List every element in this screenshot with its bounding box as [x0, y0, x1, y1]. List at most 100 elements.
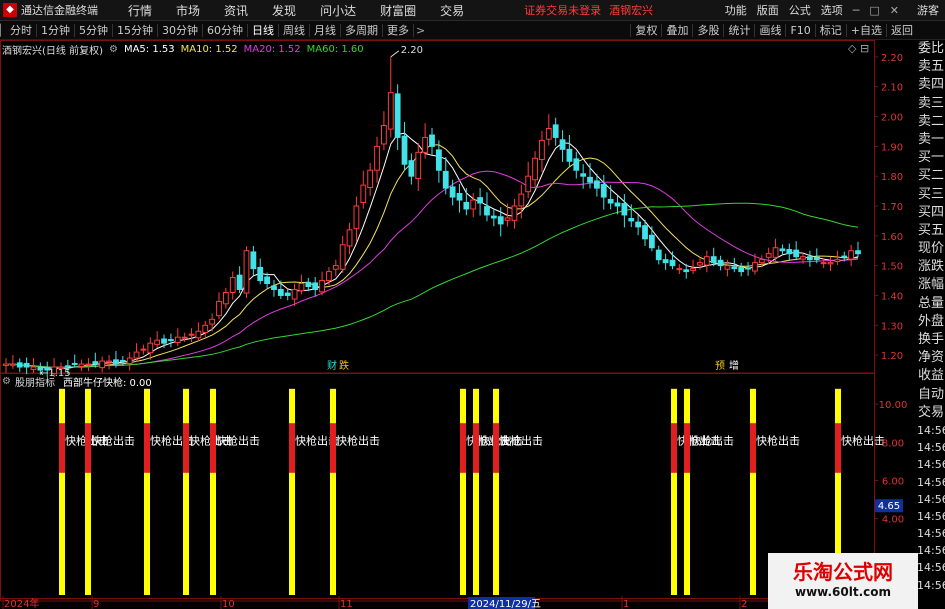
date-label: 1	[623, 599, 629, 609]
current-stock-name: 酒钢宏兴	[609, 4, 654, 17]
candle-body	[181, 336, 188, 339]
period-1min[interactable]: 1分钟	[37, 23, 75, 37]
tool-statistics[interactable]: 统计	[723, 23, 754, 37]
quote-field-1: 卖五	[918, 59, 945, 75]
candle-body	[662, 259, 669, 264]
signal-bar-yellow	[460, 388, 466, 595]
candle-body	[635, 221, 642, 228]
login-status[interactable]: 证券交易未登录	[524, 2, 601, 18]
menu-options[interactable]: 选项	[821, 2, 843, 18]
candle-body	[800, 256, 806, 260]
chevron-right-icon[interactable]: >	[416, 24, 425, 37]
candle-body	[408, 160, 415, 177]
tool-f10[interactable]: F10	[785, 23, 814, 37]
signal-text: 快枪出击	[756, 433, 800, 447]
period-30min[interactable]: 30分钟	[158, 23, 203, 37]
candle-body	[16, 362, 23, 368]
candle-body	[401, 135, 408, 165]
signal-bar-red	[750, 423, 756, 473]
candle-body	[257, 266, 264, 282]
tool-multi-stock[interactable]: 多股	[692, 23, 723, 37]
candle-body	[174, 336, 181, 344]
tool-adjust[interactable]: 复权	[630, 23, 661, 37]
period-monthly[interactable]: 月线	[310, 23, 341, 37]
price-tick-label: 2.20	[881, 53, 903, 64]
menu-news[interactable]: 资讯	[224, 2, 248, 19]
period-15min[interactable]: 15分钟	[113, 23, 158, 37]
tool-overlay[interactable]: 叠加	[661, 23, 692, 37]
signal-bar-red	[289, 423, 295, 473]
candle-body	[793, 249, 800, 258]
indicator-header: ⚙ 股朋指标 西部牛仔快枪: 0.00	[2, 374, 152, 389]
signal-bar-red	[183, 423, 189, 473]
quote-field-3: 卖三	[918, 95, 945, 111]
chart-grid	[0, 40, 875, 609]
candle-body	[683, 269, 690, 273]
menu-layout[interactable]: 版面	[757, 2, 779, 18]
menu-function[interactable]: 功能	[725, 2, 747, 18]
signal-text: 快枪出击	[336, 433, 380, 447]
menu-market-quotes[interactable]: 行情	[128, 2, 152, 19]
menu-formula[interactable]: 公式	[789, 2, 811, 18]
candle-body	[133, 351, 140, 359]
quote-field-8: 买三	[918, 186, 945, 202]
ma20-label: MA20: 1.52	[243, 44, 301, 55]
price-tick-label: 1.80	[881, 172, 903, 183]
signal-bar-yellow	[85, 388, 91, 595]
ma60-label: MA60: 1.60	[306, 44, 364, 55]
candle-body	[621, 203, 628, 216]
menu-market[interactable]: 市场	[176, 2, 200, 19]
candle-body	[85, 363, 92, 366]
menu-wealth[interactable]: 财富圈	[380, 2, 416, 19]
signal-bar-yellow	[59, 388, 65, 595]
kline-chart[interactable]: 快枪出击 快枪出击 快枪出击 快枪出击快枪出击 快枪出击快枪出击快枪出击 快枪出击快枪出击…	[0, 40, 917, 609]
tool-add-watchlist[interactable]: +自选	[845, 23, 886, 37]
main-plot-frame	[0, 40, 875, 374]
stock-chart-title: 酒钢宏兴(日线 前复权)	[2, 46, 103, 57]
period-5min[interactable]: 5分钟	[75, 23, 113, 37]
candle-body	[669, 259, 676, 267]
price-tick-label: 1.60	[881, 232, 903, 243]
candle-body	[140, 348, 147, 351]
guest-user[interactable]: 游客	[917, 2, 939, 18]
candle-body	[312, 282, 319, 290]
period-more[interactable]: 更多	[383, 23, 414, 37]
watermark-url: www.60lt.com	[794, 585, 892, 599]
menu-ask[interactable]: 问小达	[320, 2, 356, 19]
period-weekly[interactable]: 周线	[279, 23, 310, 37]
settings-icon[interactable]: ⚙	[109, 44, 118, 55]
candle-body	[717, 259, 724, 267]
ma60-line	[6, 202, 859, 368]
quote-field-4: 卖二	[918, 113, 945, 129]
menu-discover[interactable]: 发现	[272, 2, 296, 19]
signal-bar-yellow	[210, 388, 216, 595]
period-daily[interactable]: 日线	[248, 23, 279, 37]
signal-bar-yellow	[493, 388, 499, 595]
trade-time-7: 14:56	[917, 544, 945, 558]
event-marker: 增	[729, 359, 739, 372]
quote-field-16: 换手	[918, 332, 945, 347]
settings-icon[interactable]: ⚙	[2, 376, 11, 387]
candle-body	[511, 205, 518, 221]
candle-body	[655, 249, 662, 261]
indicator-formula: 西部牛仔快枪: 0.00	[62, 378, 152, 389]
chart-options-icon[interactable]: ◇ ⊟	[848, 42, 869, 55]
candle-body	[607, 198, 614, 204]
minimize-icon[interactable]: ─	[853, 4, 860, 17]
main-chart-header: 酒钢宏兴(日线 前复权) ⚙ MA5: 1.53 MA10: 1.52 MA20…	[2, 42, 364, 57]
period-60min[interactable]: 60分钟	[203, 23, 248, 37]
tool-draw-line[interactable]: 画线	[754, 23, 785, 37]
candle-body	[243, 250, 250, 294]
tool-mark[interactable]: 标记	[814, 23, 846, 37]
price-tick-label: 1.30	[881, 321, 903, 332]
candle-body	[724, 265, 731, 270]
candle-body	[703, 256, 710, 266]
close-icon[interactable]: ✕	[890, 4, 899, 17]
tool-back[interactable]: 返回	[886, 23, 917, 37]
candle-body	[30, 366, 37, 370]
period-multi[interactable]: 多周期	[341, 23, 383, 37]
candle-body	[326, 271, 332, 282]
period-tick[interactable]: 分时	[6, 23, 37, 37]
maximize-icon[interactable]: □	[869, 4, 879, 17]
menu-trade[interactable]: 交易	[440, 2, 464, 19]
